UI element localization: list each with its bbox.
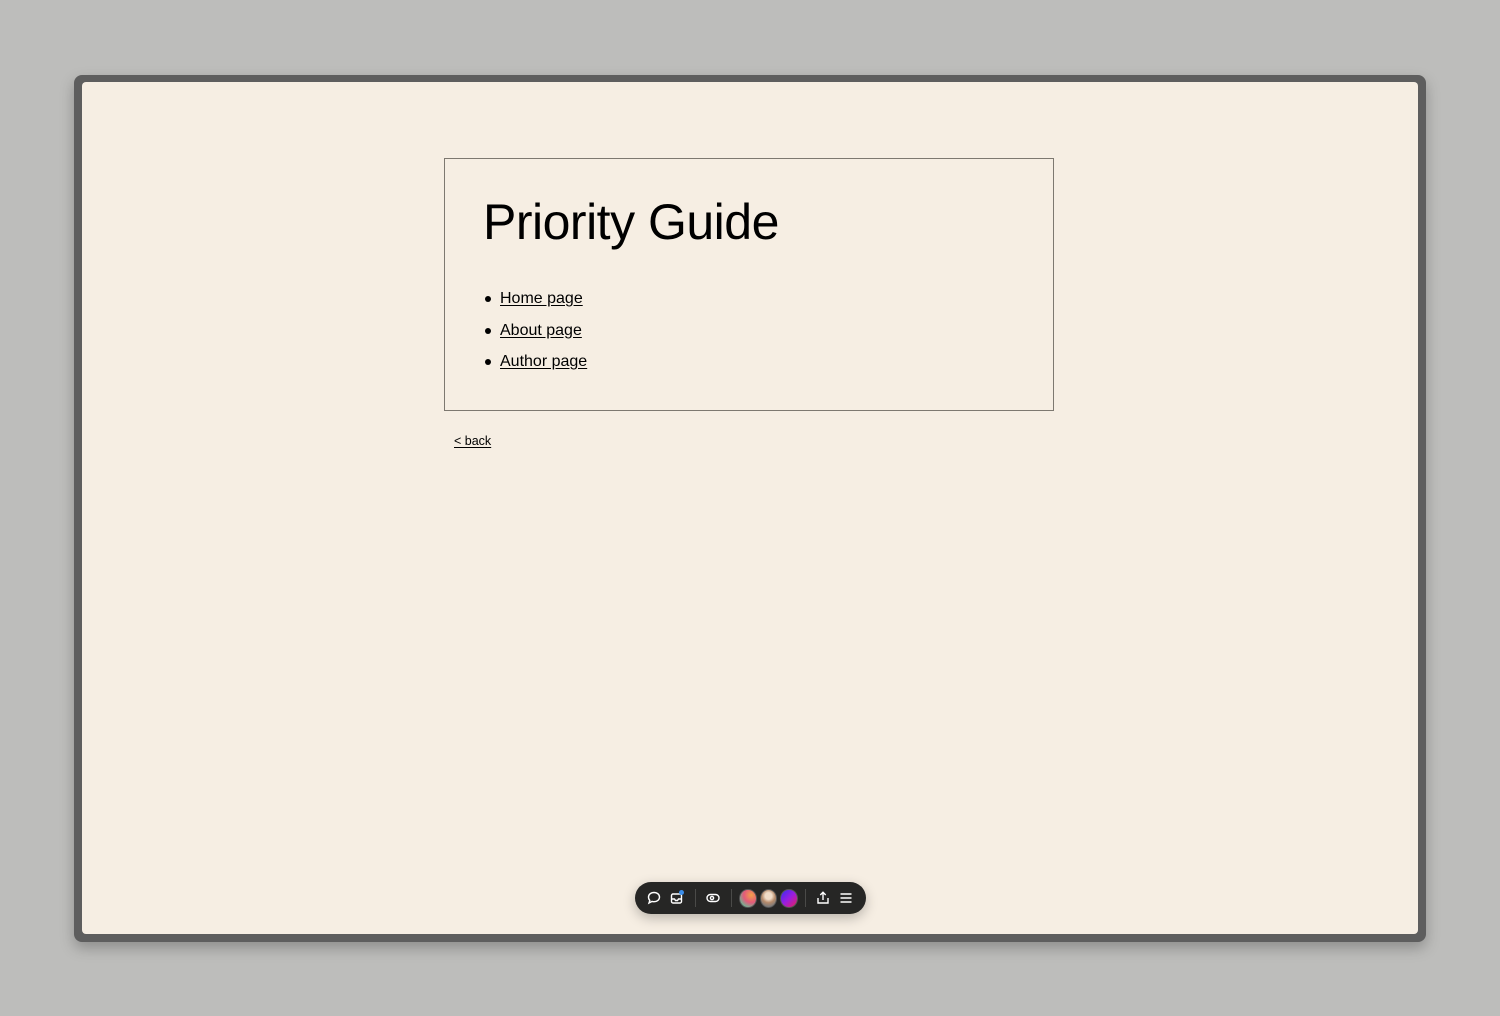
preview-button[interactable] xyxy=(703,887,723,909)
floating-toolbar xyxy=(635,882,866,914)
user-avatar-gradient-green[interactable] xyxy=(739,888,757,908)
list-item: About page xyxy=(484,315,587,347)
page-title: Priority Guide xyxy=(483,194,779,250)
back-link[interactable]: < back xyxy=(454,434,491,448)
list-item: Author page xyxy=(484,346,587,378)
about-page-link[interactable]: About page xyxy=(500,322,582,339)
page-canvas: Priority Guide Home page About page Auth… xyxy=(82,82,1418,934)
divider xyxy=(805,889,806,907)
user-avatar-photo[interactable] xyxy=(759,888,778,908)
device-frame: Priority Guide Home page About page Auth… xyxy=(74,75,1426,942)
inbox-button[interactable] xyxy=(667,887,687,909)
comment-icon xyxy=(648,891,661,905)
comment-button[interactable] xyxy=(645,887,665,909)
user-avatar-gradient-purple[interactable] xyxy=(780,888,798,908)
divider xyxy=(730,889,732,907)
preview-icon xyxy=(706,893,721,903)
link-list: Home page About page Author page xyxy=(483,283,587,378)
author-page-link[interactable]: Author page xyxy=(500,353,587,370)
share-button[interactable] xyxy=(813,887,833,909)
share-icon xyxy=(817,891,830,904)
content-card: Priority Guide Home page About page Auth… xyxy=(444,158,1054,411)
home-page-link[interactable]: Home page xyxy=(500,290,583,307)
list-item: Home page xyxy=(484,283,587,315)
menu-button[interactable] xyxy=(836,887,856,909)
divider xyxy=(694,889,696,907)
menu-icon xyxy=(840,893,852,903)
